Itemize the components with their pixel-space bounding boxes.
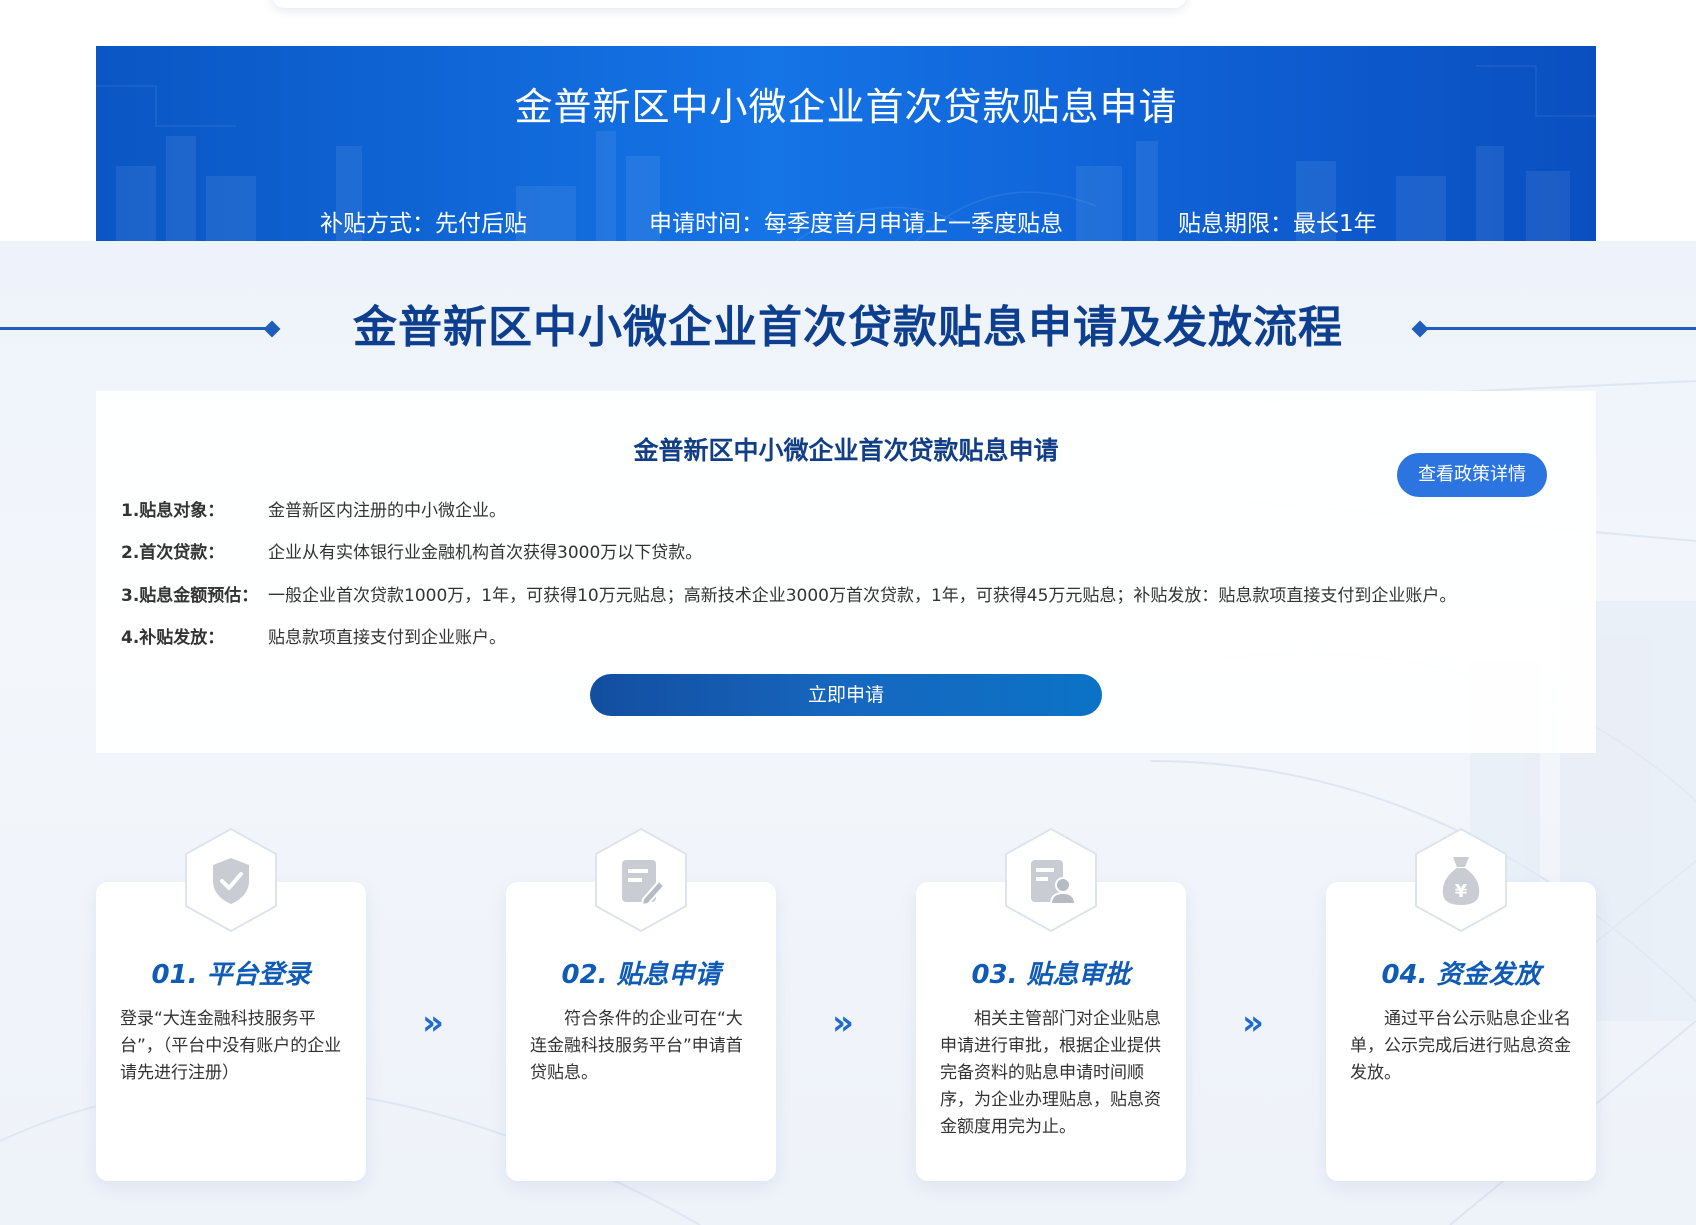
step-title: 01. 平台登录	[151, 960, 311, 990]
top-card-edge	[272, 0, 1186, 8]
policy-info-title: 金普新区中小微企业首次贷款贴息申请	[633, 436, 1059, 465]
view-policy-details-button[interactable]: 查看政策详情	[1397, 453, 1547, 497]
step-arrow-2: »	[832, 1003, 854, 1043]
policy-info-card: 金普新区中小微企业首次贷款贴息申请 查看政策详情 1.贴息对象： 金普新区内注册…	[96, 391, 1596, 753]
step-title: 04. 资金发放	[1381, 960, 1541, 990]
info-row-value: 金普新区内注册的中小微企业。	[268, 501, 506, 521]
step-description: 相关主管部门对企业贴息申请进行审批，根据企业提供完备资料的贴息申请时间顺序，为企…	[940, 1009, 1161, 1137]
process-section: 金普新区中小微企业首次贷款贴息申请及发放流程 金普新区中小微企业首次贷款贴息申请…	[0, 241, 1696, 1225]
banner-title: 金普新区中小微企业首次贷款贴息申请	[514, 85, 1178, 129]
title-line-right	[1420, 327, 1696, 330]
step-description: 符合条件的企业可在“大连金融科技服务平台”申请首贷贴息。	[530, 1009, 743, 1083]
info-row-value: 贴息款项直接支付到企业账户。	[268, 628, 506, 648]
subsidy-method: 补贴方式：先付后贴	[320, 211, 527, 237]
step-arrow-3: »	[1242, 1003, 1264, 1043]
info-row-label: 3.贴息金额预估：	[121, 586, 259, 606]
info-row-label: 2.首次贷款：	[121, 543, 225, 563]
svg-text:¥: ¥	[1455, 881, 1468, 902]
apply-time: 申请时间：每季度首月申请上一季度贴息	[649, 211, 1063, 237]
step-description: 通过平台公示贴息企业名单，公示完成后进行贴息资金发放。	[1350, 1009, 1571, 1083]
step-description: 登录“大连金融科技服务平台”，（平台中没有账户的企业请先进行注册）	[120, 1009, 342, 1083]
process-section-title: 金普新区中小微企业首次贷款贴息申请及发放流程	[353, 302, 1343, 353]
step-title: 02. 贴息申请	[561, 960, 721, 990]
money-bag-icon: ¥	[1415, 827, 1507, 933]
step-arrow-1: »	[422, 1003, 444, 1043]
step-title: 03. 贴息审批	[971, 960, 1131, 990]
banner-meta: 补贴方式：先付后贴 申请时间：每季度首月申请上一季度贴息 贴息期限：最长1年	[96, 204, 1596, 237]
document-edit-icon	[595, 827, 687, 933]
info-row-label: 1.贴息对象：	[121, 501, 225, 521]
interest-period: 贴息期限：最长1年	[1178, 211, 1377, 237]
hero-banner: 金普新区中小微企业首次贷款贴息申请 补贴方式：先付后贴 申请时间：每季度首月申请…	[96, 46, 1596, 241]
info-row-label: 4.补贴发放：	[121, 628, 225, 648]
document-user-icon	[1005, 827, 1097, 933]
apply-now-button[interactable]: 立即申请	[590, 674, 1102, 716]
shield-check-icon	[185, 827, 277, 933]
info-row-value: 企业从有实体银行业金融机构首次获得3000万以下贷款。	[268, 543, 703, 563]
info-row-value: 一般企业首次贷款1000万，1年，可获得10万元贴息；高新技术企业3000万首次…	[268, 586, 1457, 606]
